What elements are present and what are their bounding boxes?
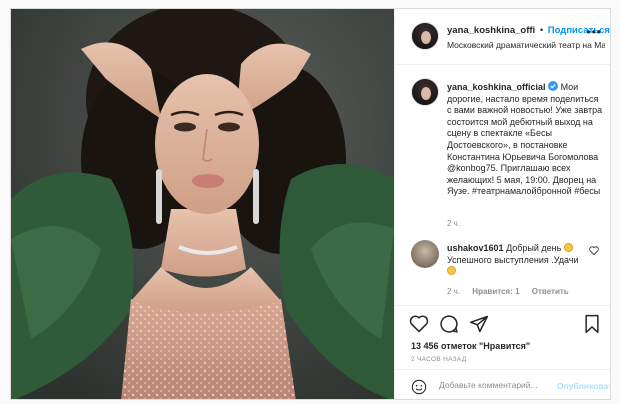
comment-username[interactable]: ushakov1601 bbox=[447, 243, 504, 253]
caption-text: Мои дорогие, настало время поделиться с … bbox=[447, 82, 603, 197]
post-side-panel: yana_koshkina_offi • Подписаться Московс… bbox=[394, 9, 610, 399]
verified-badge-icon bbox=[548, 81, 559, 91]
comment-text-block: ushakov1601 Добрый день Успешного выступ… bbox=[447, 243, 587, 278]
caption-avatar[interactable] bbox=[411, 78, 439, 106]
add-comment-input[interactable] bbox=[439, 380, 554, 390]
author-avatar[interactable] bbox=[411, 22, 439, 50]
comment-meta: 2 ч. Нравится: 1 Ответить bbox=[447, 287, 579, 296]
post-header: yana_koshkina_offi • Подписаться Московс… bbox=[395, 9, 610, 65]
caption-text-block: yana_koshkina_official Мои дорогие, наст… bbox=[447, 81, 605, 198]
smiling-face-emoji-icon bbox=[563, 243, 573, 252]
header-username[interactable]: yana_koshkina_offi bbox=[447, 25, 535, 36]
post-time-ago[interactable]: 2 ЧАСОВ НАЗАД bbox=[411, 356, 466, 363]
location-link[interactable]: Московский драматический театр на Мало..… bbox=[447, 40, 605, 50]
share-icon[interactable] bbox=[469, 314, 489, 334]
smiling-face-emoji-icon bbox=[447, 266, 456, 276]
comment-text-after: Успешного выступления .Удачи bbox=[447, 254, 579, 265]
post-actions: 13 456 отметок "Нравится" 2 ЧАСОВ НАЗАД … bbox=[395, 305, 610, 399]
post-photo[interactable] bbox=[11, 9, 394, 399]
caption-username[interactable]: yana_koshkina_official bbox=[447, 82, 546, 92]
comment-likes[interactable]: Нравится: 1 bbox=[472, 287, 519, 296]
emoji-icon[interactable] bbox=[411, 379, 427, 395]
comment-text-before: Добрый день bbox=[506, 243, 562, 253]
caption-time[interactable]: 2 ч. bbox=[447, 219, 460, 228]
instagram-post: yana_koshkina_offi • Подписаться Московс… bbox=[10, 8, 611, 400]
comment-time[interactable]: 2 ч. bbox=[447, 287, 460, 296]
comments-area[interactable]: yana_koshkina_official Мои дорогие, наст… bbox=[395, 66, 610, 303]
publish-button[interactable]: Опубликовать bbox=[557, 381, 610, 391]
reply-button[interactable]: Ответить bbox=[532, 287, 569, 296]
more-options-icon[interactable]: ••• bbox=[586, 25, 602, 39]
woman-portrait-image bbox=[11, 9, 394, 399]
likes-count[interactable]: 13 456 отметок "Нравится" bbox=[411, 341, 530, 351]
action-icons bbox=[409, 314, 605, 336]
commenter-avatar[interactable] bbox=[411, 240, 439, 268]
heart-icon[interactable] bbox=[409, 314, 429, 333]
add-comment-bar: Опубликовать bbox=[395, 369, 610, 399]
comment-icon[interactable] bbox=[439, 314, 459, 334]
comment-like-heart-icon[interactable] bbox=[589, 246, 599, 255]
comment-item: ushakov1601 Добрый день Успешного выступ… bbox=[411, 240, 607, 300]
bookmark-icon[interactable] bbox=[583, 314, 601, 334]
header-separator: • bbox=[539, 25, 544, 36]
